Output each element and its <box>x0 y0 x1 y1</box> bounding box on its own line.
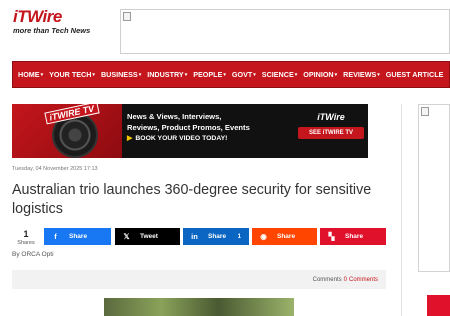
nav-item-guest-article[interactable]: GUEST ARTICLE <box>386 70 444 79</box>
share-count: 1 <box>23 229 29 239</box>
nav-item-label: GUEST ARTICLE <box>385 70 444 79</box>
chevron-down-icon: ▾ <box>377 71 380 78</box>
flipboard-icon: ▚ <box>328 232 335 241</box>
broken-image-icon <box>421 107 429 116</box>
logo-wordmark: iTWire <box>13 7 62 26</box>
nav-item-label: INDUSTRY <box>147 70 184 79</box>
play-arrow-icon: ▶ <box>127 135 133 142</box>
nav-item-label: OPINION <box>303 70 334 79</box>
chevron-down-icon: ▾ <box>294 71 298 78</box>
comments-link[interactable]: Comments <box>349 277 378 283</box>
x-icon: 𝕏 <box>123 232 130 241</box>
logo-tagline: more than Tech News <box>13 26 91 35</box>
nav-item-people[interactable]: PEOPLE ▾ <box>193 70 226 79</box>
share-counter: 1 Shares <box>12 229 40 246</box>
x-tweet-label: Tweet <box>140 233 158 240</box>
flipboard-share-label: Share <box>345 233 364 240</box>
article-hero-image <box>104 298 294 316</box>
flipboard-share-button[interactable]: ▚ Share <box>320 228 386 245</box>
promo-line-1: News & Views, Interviews, <box>127 112 222 121</box>
nav-item-label: SCIENCE <box>261 70 294 79</box>
facebook-share-button[interactable]: f Share <box>44 228 111 245</box>
nav-item-opinion[interactable]: OPINION ▾ <box>303 70 337 79</box>
promo-cta: ▶ BOOK YOUR VIDEO TODAY! <box>127 134 257 143</box>
chevron-down-icon: ▾ <box>184 71 188 78</box>
reddit-share-button[interactable]: ◉ Share <box>252 228 317 245</box>
linkedin-share-count: 1 <box>237 233 241 240</box>
chevron-down-icon: ▾ <box>40 71 44 78</box>
facebook-icon: f <box>54 232 57 241</box>
share-count-label: Shares <box>17 240 35 246</box>
nav-item-your-tech[interactable]: YOUR TECH ▾ <box>49 70 95 79</box>
nav-item-home[interactable]: HOME ▾ <box>18 70 43 79</box>
sidebar-red-widget[interactable] <box>427 295 450 316</box>
comments-bar: Comments 0 Comments <box>12 270 386 289</box>
chevron-down-icon: ▾ <box>253 71 256 78</box>
promo-line-2: Reviews, Product Promos, Events <box>127 123 250 132</box>
article-date: Tuesday, 04 November 2025 17:13 <box>12 166 98 172</box>
comments-prefix: Comments <box>312 276 342 283</box>
comments-count: 0 <box>343 276 347 283</box>
nav-item-business[interactable]: BUSINESS ▾ <box>101 70 141 79</box>
main-nav: HOME ▾ YOUR TECH ▾ BUSINESS ▾ INDUSTRY ▾ PEO… <box>12 61 450 88</box>
facebook-share-label: Share <box>69 233 88 240</box>
nav-item-industry[interactable]: INDUSTRY ▾ <box>147 70 187 79</box>
promo-logo: iTWire <box>317 112 345 122</box>
nav-item-label: GOVT <box>231 70 253 79</box>
chevron-down-icon: ▾ <box>138 71 142 78</box>
nav-item-label: YOUR TECH <box>49 70 92 79</box>
nav-item-label: BUSINESS <box>100 70 138 79</box>
nav-item-govt[interactable]: GOVT ▾ <box>232 70 256 79</box>
linkedin-icon: in <box>191 232 198 241</box>
linkedin-share-label: Share <box>208 233 227 240</box>
promo-text: News & Views, Interviews, Reviews, Produ… <box>127 111 257 142</box>
promo-cta-label: BOOK YOUR VIDEO TODAY! <box>135 134 228 142</box>
reddit-icon: ◉ <box>260 232 267 241</box>
linkedin-share-button[interactable]: in Share 1 <box>183 228 249 245</box>
site-logo[interactable]: iTWire more than Tech News <box>13 8 103 38</box>
top-banner-ad[interactable] <box>120 9 450 54</box>
see-itwire-tv-button[interactable]: SEE iTWIRE TV <box>298 127 364 139</box>
chevron-down-icon: ▾ <box>334 71 338 78</box>
nav-item-label: PEOPLE <box>193 70 223 79</box>
column-divider <box>401 104 402 316</box>
reddit-share-label: Share <box>277 233 296 240</box>
nav-item-science[interactable]: SCIENCE ▾ <box>262 70 297 79</box>
nav-item-label: HOME <box>18 70 40 79</box>
article-byline: By ORCA Opti <box>12 251 54 258</box>
promo-right: iTWire SEE iTWIRE TV <box>298 112 364 139</box>
nav-item-reviews[interactable]: REVIEWS ▾ <box>343 70 380 79</box>
nav-item-label: REVIEWS <box>343 70 377 79</box>
chevron-down-icon: ▾ <box>92 71 95 78</box>
sidebar-ad[interactable] <box>418 104 450 272</box>
article-title: Australian trio launches 360-degree secu… <box>12 182 372 217</box>
x-tweet-button[interactable]: 𝕏 Tweet <box>115 228 180 245</box>
chevron-down-icon: ▾ <box>223 71 226 78</box>
broken-image-icon <box>123 12 131 21</box>
itwire-tv-promo-banner[interactable]: iTWIRE TV News & Views, Interviews, Revi… <box>12 104 368 158</box>
